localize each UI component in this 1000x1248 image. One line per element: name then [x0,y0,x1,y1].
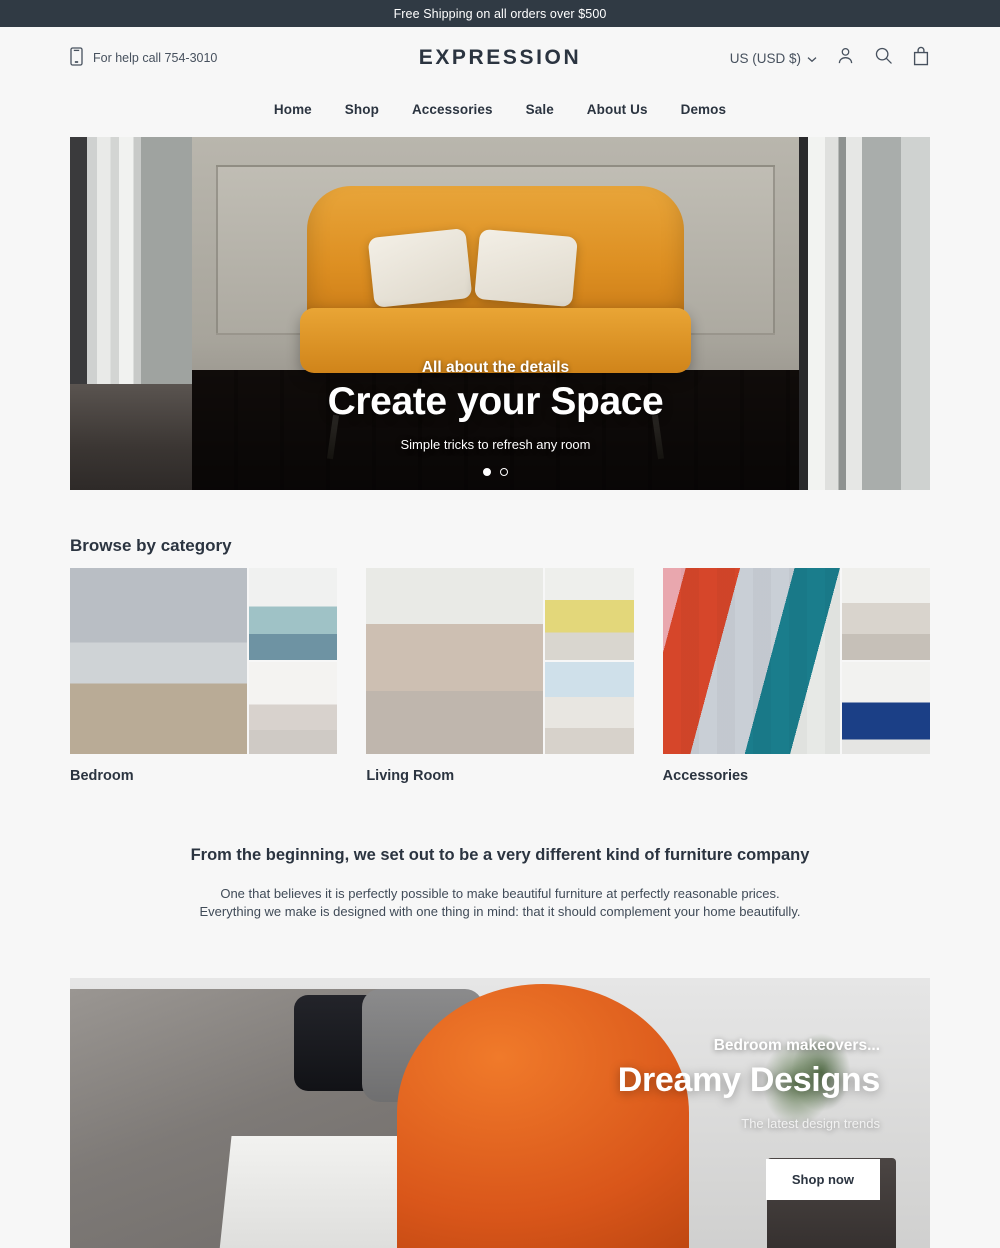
intro-section: From the beginning, we set out to be a v… [70,846,930,922]
category-image-tertiary [248,662,338,754]
hero-peek-image-left [70,137,192,490]
intro-line-1: One that believes it is perfectly possib… [220,886,780,901]
hero-slide-next-peek[interactable] [799,137,930,490]
search-icon [874,46,893,70]
promo-banner[interactable]: Bedroom makeovers... Dreamy Designs The … [70,977,930,1248]
category-image-tertiary [545,662,634,754]
account-button[interactable] [836,46,855,70]
category-label: Accessories [662,768,749,784]
shopping-bag-icon [912,46,930,71]
nav-item-sale[interactable]: Sale [526,102,554,117]
category-label: Living Room [366,768,455,784]
category-image-primary [366,568,544,754]
hero-kicker: All about the details [421,358,570,376]
category-image-secondary [248,568,338,660]
intro-heading: From the beginning, we set out to be a v… [190,846,810,864]
header-actions: US (USD $) [730,46,930,71]
search-button[interactable] [874,46,893,70]
nav-item-shop[interactable]: Shop [345,102,379,117]
category-image-primary [70,568,247,754]
hero-peek-image-right [799,137,930,490]
category-image-collage [662,568,930,754]
promo-banner-subtitle: The latest design trends [741,1116,880,1132]
site-header: For help call 754-3010 EXPRESSION US (US… [0,27,1000,89]
hero-slide-active[interactable]: All about the details Create your Space … [192,137,799,490]
hero-subtitle: Simple tricks to refresh any room [400,437,591,452]
promo-banner-title: Dreamy Designs [617,1061,881,1100]
currency-label: US (USD $) [729,50,801,66]
carousel-dot-1[interactable] [483,468,491,476]
carousel-dots [192,468,799,476]
category-image-tertiary [841,662,930,754]
hero-text-overlay: All about the details Create your Space … [192,137,799,490]
nav-item-demos[interactable]: Demos [681,102,727,117]
nav-item-about-us[interactable]: About Us [587,102,648,117]
category-image-collage [70,568,338,754]
hero-carousel: All about the details Create your Space … [70,137,930,490]
help-phone-block[interactable]: For help call 754-3010 [70,47,217,69]
category-grid: Bedroom Living Room Accessories [70,568,930,784]
hero-title: Create your Space [327,379,664,423]
category-image-primary [662,568,840,754]
browse-by-category-title: Browse by category [70,536,232,555]
chevron-down-icon [807,51,817,66]
nav-item-accessories[interactable]: Accessories [412,102,493,117]
category-label: Bedroom [70,768,134,784]
category-image-secondary [841,568,930,660]
nav-item-home[interactable]: Home [274,102,312,117]
category-card-bedroom[interactable]: Bedroom [70,568,338,784]
category-image-collage [366,568,634,754]
main-navigation: Home Shop Accessories Sale About Us Demo… [0,89,1000,129]
mobile-phone-icon [70,47,83,69]
cart-button[interactable] [912,46,930,71]
hero-slide-previous-peek[interactable] [70,137,192,490]
promo-banner-content: Bedroom makeovers... Dreamy Designs The … [484,978,880,1248]
announcement-bar: Free Shipping on all orders over $500 [0,0,1000,27]
help-phone-text: For help call 754-3010 [93,51,218,65]
currency-selector[interactable]: US (USD $) [730,51,817,66]
promo-banner-kicker: Bedroom makeovers... [713,1037,880,1055]
category-image-secondary [545,568,634,660]
category-card-accessories[interactable]: Accessories [662,568,930,784]
promo-banner-shop-now-button[interactable]: Shop now [765,1159,880,1201]
category-card-living-room[interactable]: Living Room [366,568,634,784]
announcement-text: Free Shipping on all orders over $500 [393,6,607,21]
carousel-dot-2[interactable] [500,468,508,476]
user-account-icon [836,46,855,70]
intro-line-2: Everything we make is designed with one … [199,904,801,920]
